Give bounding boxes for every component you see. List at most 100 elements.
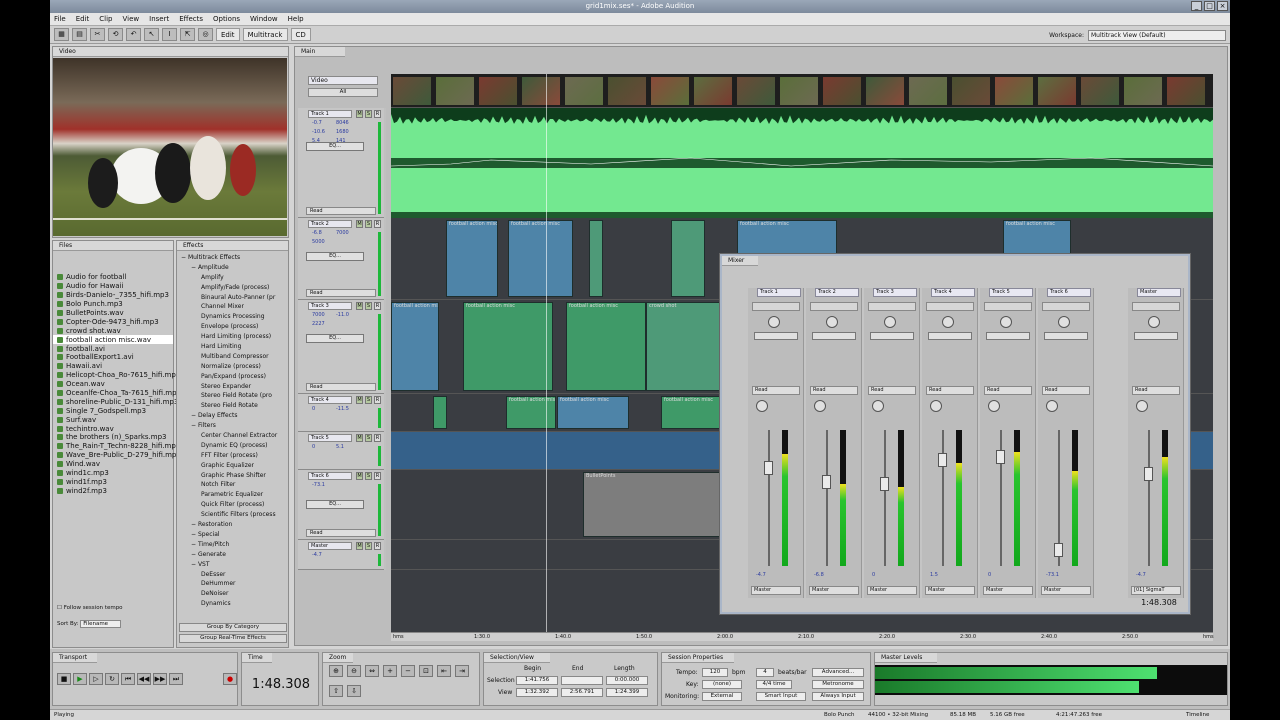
file-item[interactable]: Audio for Hawaii (53, 282, 173, 291)
mute-button[interactable]: M (356, 110, 363, 118)
effect-item[interactable]: − Amplitude (177, 263, 288, 273)
loop-button[interactable]: ↻ (105, 673, 119, 685)
track-value[interactable]: -11.0 (336, 312, 349, 318)
track-value[interactable]: -4.7 (312, 552, 322, 558)
strip-name[interactable]: Track 5 (989, 288, 1033, 297)
automation-mode-select[interactable]: Read (306, 207, 376, 215)
move-tool-button[interactable]: ↖ (144, 28, 159, 41)
track-value[interactable]: 0 (312, 444, 315, 450)
record-arm-button[interactable]: R (374, 542, 381, 550)
effect-item[interactable]: Dynamic EQ (process) (177, 441, 288, 451)
effect-item[interactable]: Pan/Expand (process) (177, 372, 288, 382)
edit-view-button[interactable]: Edit (216, 28, 240, 41)
track-value[interactable]: -0.7 (312, 120, 322, 126)
file-item[interactable]: Copter-Ode-9473_hifi.mp3 (53, 317, 173, 326)
tool-button[interactable]: ▤ (72, 28, 87, 41)
zoom-selection-button[interactable]: ⊡ (419, 665, 433, 677)
file-item[interactable]: Wind.wav (53, 460, 173, 469)
track-value[interactable]: -6.8 (312, 230, 322, 236)
track-name[interactable]: Track 1 (308, 110, 352, 118)
track-value[interactable]: -11.5 (336, 406, 349, 412)
volume-fader[interactable] (1144, 466, 1153, 481)
go-end-button[interactable]: ⏭ (169, 673, 183, 685)
record-arm-button[interactable]: R (374, 434, 381, 442)
zoom-in-amplitude-button[interactable]: ⊕ (329, 665, 343, 677)
file-item[interactable]: Audio for football (53, 273, 173, 282)
effect-item[interactable]: − VST (177, 560, 288, 570)
solo-button[interactable]: S (365, 434, 372, 442)
automation-mode-select[interactable]: Read (1132, 386, 1180, 395)
file-item[interactable]: Helicopt-Choa_Ro-7615_hifi.mp3 (53, 371, 180, 380)
hybrid-tool-button[interactable]: ⇱ (180, 28, 195, 41)
effect-item[interactable]: Dynamics (177, 599, 288, 608)
menu-effects[interactable]: Effects (179, 13, 203, 25)
solo-button[interactable]: S (365, 472, 372, 480)
file-item[interactable]: Bolo Punch.mp3 (53, 300, 173, 309)
sort-select[interactable]: Filename (80, 620, 122, 628)
menu-edit[interactable]: Edit (76, 13, 90, 25)
effect-item[interactable]: Center Channel Extractor (177, 431, 288, 441)
eq-button[interactable]: EQ... (306, 252, 364, 261)
mute-button[interactable]: M (356, 220, 363, 228)
effect-item[interactable]: Stereo Expander (177, 382, 288, 392)
effect-item[interactable]: Normalize (process) (177, 362, 288, 372)
file-item[interactable]: football.avi (53, 344, 173, 353)
expand-icon[interactable]: − (191, 412, 198, 419)
files-tab[interactable]: Files (53, 241, 173, 251)
effect-item[interactable]: Amplify/Fade (process) (177, 283, 288, 293)
pan-knob[interactable] (942, 316, 954, 328)
automation-mode-select[interactable]: Read (306, 289, 376, 297)
effect-item[interactable]: Dynamics Processing (177, 312, 288, 322)
view-end-field[interactable]: 2:56.791 (561, 688, 603, 697)
volume-knob[interactable] (988, 400, 1000, 412)
audio-clip[interactable]: BulletPoints (583, 472, 723, 537)
tempo-field[interactable]: 120 (702, 668, 728, 677)
expand-icon[interactable]: − (191, 541, 198, 548)
pan-knob[interactable] (1000, 316, 1012, 328)
zoom-out-full-button[interactable]: ⇔ (365, 665, 379, 677)
track-value[interactable]: 5000 (312, 239, 325, 245)
effect-item[interactable]: Amplify (177, 273, 288, 283)
video-tab[interactable]: Video (53, 47, 288, 57)
track-value[interactable]: 1680 (336, 129, 349, 135)
track-name[interactable]: Track 6 (308, 472, 352, 480)
track-name[interactable]: Track 2 (308, 220, 352, 228)
file-item[interactable]: FootballExport1.avi (53, 353, 173, 362)
output-select[interactable]: Master (751, 586, 801, 595)
record-arm-button[interactable]: R (374, 472, 381, 480)
zoom-left-button[interactable]: ⇤ (437, 665, 451, 677)
solo-button[interactable]: S (365, 110, 372, 118)
strip-name[interactable]: Track 3 (873, 288, 917, 297)
eq-button[interactable] (812, 332, 856, 340)
file-item[interactable]: football action misc.wav (53, 335, 173, 345)
minimize-button[interactable]: _ (1191, 1, 1202, 11)
solo-button[interactable]: S (365, 542, 372, 550)
selection-begin-field[interactable]: 1:41.756 (516, 676, 558, 685)
session-properties-tab[interactable]: Session Properties (662, 653, 734, 663)
time-selection-tool-button[interactable]: I (162, 28, 177, 41)
selection-end-field[interactable] (561, 676, 603, 685)
audio-clip[interactable]: football action misc (463, 302, 553, 391)
output-select[interactable]: Master (809, 586, 859, 595)
time-signature-select[interactable]: 4/4 time (756, 680, 792, 689)
scrub-tool-button[interactable]: ◎ (198, 28, 213, 41)
audio-clip[interactable] (671, 220, 705, 297)
effect-item[interactable]: − Multitrack Effects (177, 253, 288, 263)
video-select[interactable]: All (308, 88, 378, 97)
transport-tab[interactable]: Transport (53, 653, 97, 663)
effect-item[interactable]: Quick Filter (process) (177, 500, 288, 510)
volume-fader[interactable] (938, 452, 947, 467)
menu-view[interactable]: View (123, 13, 140, 25)
menu-insert[interactable]: Insert (149, 13, 169, 25)
effect-item[interactable]: Graphic Phase Shifter (177, 471, 288, 481)
record-arm-button[interactable]: R (374, 302, 381, 310)
zoom-vout-button[interactable]: ⇩ (347, 685, 361, 697)
menu-options[interactable]: Options (213, 13, 240, 25)
main-tab[interactable]: Main (295, 47, 345, 57)
expand-icon[interactable]: − (191, 521, 198, 528)
effect-item[interactable]: − Generate (177, 550, 288, 560)
audio-clip[interactable]: football action misc (446, 220, 498, 297)
record-arm-button[interactable]: R (374, 220, 381, 228)
file-item[interactable]: wind1f.mp3 (53, 477, 173, 486)
cd-view-button[interactable]: CD (290, 28, 311, 41)
